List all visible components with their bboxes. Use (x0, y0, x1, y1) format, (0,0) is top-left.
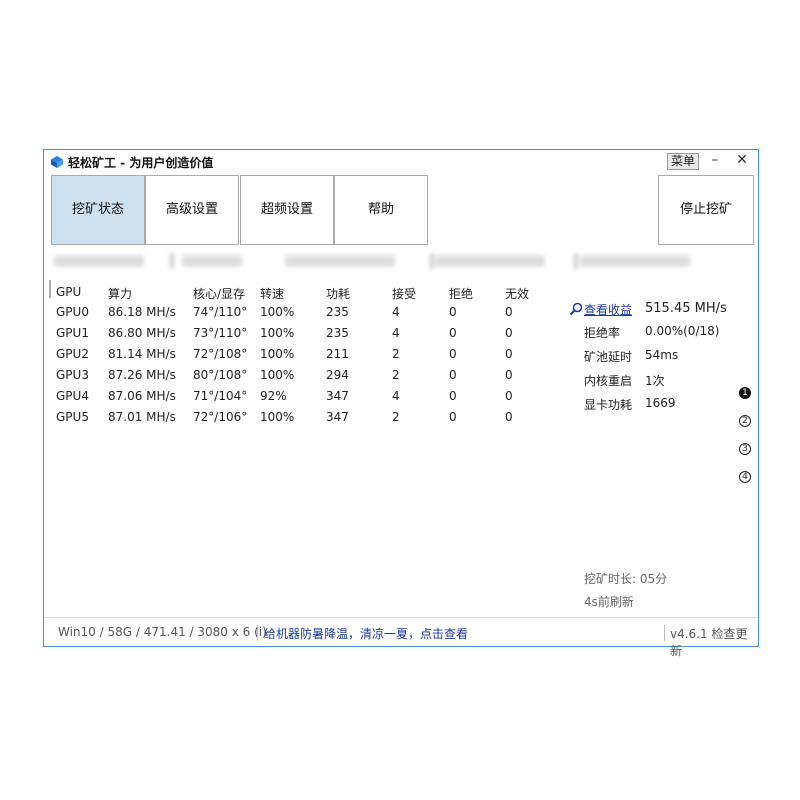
gpu-accepted: 2 (392, 347, 400, 361)
gpu-invalid: 0 (505, 347, 513, 361)
header-power: 功耗 (326, 287, 351, 301)
gpu-power: 235 (326, 326, 349, 340)
gpu-fan: 100% (260, 305, 295, 319)
stop-mining-button[interactable]: 停止挖矿 (658, 175, 754, 245)
kernel-restart-value: 1次 (645, 374, 665, 388)
gpu-id: GPU3 (56, 368, 89, 382)
page-3-button[interactable]: 3 (739, 443, 751, 455)
table-left-border (49, 280, 51, 298)
total-hashrate: 515.45 MH/s (645, 301, 727, 316)
header-invalid: 无效 (505, 287, 530, 301)
status-divider (664, 625, 665, 641)
gpu-power: 347 (326, 410, 349, 424)
close-button[interactable]: ✕ (733, 152, 751, 168)
gpu-invalid: 0 (505, 368, 513, 382)
status-bar: Win10 / 58G / 471.41 / 3080 x 6 (i) 给机器防… (44, 617, 758, 658)
search-icon (569, 302, 583, 316)
page-2-button[interactable]: 2 (739, 415, 751, 427)
gpu-fan: 100% (260, 347, 295, 361)
gpu-invalid: 0 (505, 389, 513, 403)
gpu-hashrate: 87.01 MH/s (108, 410, 176, 424)
gpu-accepted: 4 (392, 305, 400, 319)
gpu-power: 235 (326, 305, 349, 319)
header-gpu: GPU (56, 285, 82, 299)
promo-link[interactable]: 给机器防暑降温，清凉一夏，点击查看 (264, 625, 468, 642)
gpu-temp: 71°/104° (193, 389, 248, 403)
header-hashrate: 算力 (108, 287, 133, 301)
reject-rate-value: 0.00%(0/18) (645, 324, 720, 338)
version-check-update[interactable]: v4.6.1 检查更新 (670, 625, 758, 659)
gpu-invalid: 0 (505, 326, 513, 340)
gpu-accepted: 2 (392, 368, 400, 382)
gpu-accepted: 4 (392, 389, 400, 403)
gpu-fan: 92% (260, 389, 287, 403)
gpu-temp: 74°/110° (193, 305, 248, 319)
gpu-rejected: 0 (449, 305, 457, 319)
redacted-info-bar (50, 249, 754, 275)
gpu-invalid: 0 (505, 410, 513, 424)
gpu-rejected: 0 (449, 389, 457, 403)
gpu-hashrate: 87.06 MH/s (108, 389, 176, 403)
gpu-temp: 72°/106° (193, 410, 248, 424)
pool-latency-label: 矿池延时 (584, 350, 633, 364)
earnings-link[interactable]: 查看收益 (584, 301, 632, 318)
reject-rate-label: 拒绝率 (584, 326, 621, 340)
gpu-temp: 73°/110° (193, 326, 248, 340)
gpu-rejected: 0 (449, 347, 457, 361)
gpu-hashrate: 86.18 MH/s (108, 305, 176, 319)
app-window: 轻松矿工 - 为用户创造价值 菜单 – ✕ 挖矿状态 高级设置 超频设置 帮助 … (43, 149, 759, 658)
page-4-button[interactable]: 4 (739, 471, 751, 483)
tab-overclock-settings[interactable]: 超频设置 (240, 175, 334, 245)
gpu-accepted: 4 (392, 326, 400, 340)
gpu-rejected: 0 (449, 410, 457, 424)
header-temp: 核心/显存 (193, 287, 246, 301)
gpu-id: GPU2 (56, 347, 89, 361)
gpu-invalid: 0 (505, 305, 513, 319)
gpu-fan: 100% (260, 410, 295, 424)
refresh-status: 4s前刷新 (584, 595, 634, 609)
minimize-button[interactable]: – (706, 152, 724, 168)
gpu-id: GPU1 (56, 326, 89, 340)
gpu-rejected: 0 (449, 326, 457, 340)
gpu-rejected: 0 (449, 368, 457, 382)
gpu-fan: 100% (260, 326, 295, 340)
gpu-power-label: 显卡功耗 (584, 398, 633, 412)
tab-help[interactable]: 帮助 (334, 175, 428, 245)
mining-duration: 挖矿时长: 05分 (584, 572, 668, 586)
gpu-id: GPU4 (56, 389, 89, 403)
gpu-temp: 72°/108° (193, 347, 248, 361)
gpu-hashrate: 81.14 MH/s (108, 347, 176, 361)
kernel-restart-label: 内核重启 (584, 374, 633, 388)
header-accepted: 接受 (392, 287, 417, 301)
gpu-power-value: 1669 (645, 396, 676, 410)
pool-latency-value: 54ms (645, 348, 679, 362)
header-rejected: 拒绝 (449, 287, 474, 301)
header-fan: 转速 (260, 287, 285, 301)
gpu-hashrate: 86.80 MH/s (108, 326, 176, 340)
title-bar: 轻松矿工 - 为用户创造价值 菜单 – ✕ (44, 150, 758, 174)
gpu-temp: 80°/108° (193, 368, 248, 382)
gpu-power: 347 (326, 389, 349, 403)
gpu-power: 294 (326, 368, 349, 382)
window-title: 轻松矿工 - 为用户创造价值 (68, 156, 214, 170)
gpu-id: GPU0 (56, 305, 89, 319)
status-divider (257, 625, 258, 641)
system-info: Win10 / 58G / 471.41 / 3080 x 6 (i) (58, 625, 267, 639)
gpu-power: 211 (326, 347, 349, 361)
gpu-accepted: 2 (392, 410, 400, 424)
app-logo-icon (51, 156, 63, 168)
page-1-button[interactable]: 1 (739, 387, 751, 399)
menu-button[interactable]: 菜单 (667, 153, 699, 170)
gpu-fan: 100% (260, 368, 295, 382)
tab-advanced-settings[interactable]: 高级设置 (145, 175, 239, 245)
gpu-hashrate: 87.26 MH/s (108, 368, 176, 382)
tab-mining-status[interactable]: 挖矿状态 (51, 175, 145, 245)
gpu-id: GPU5 (56, 410, 89, 424)
